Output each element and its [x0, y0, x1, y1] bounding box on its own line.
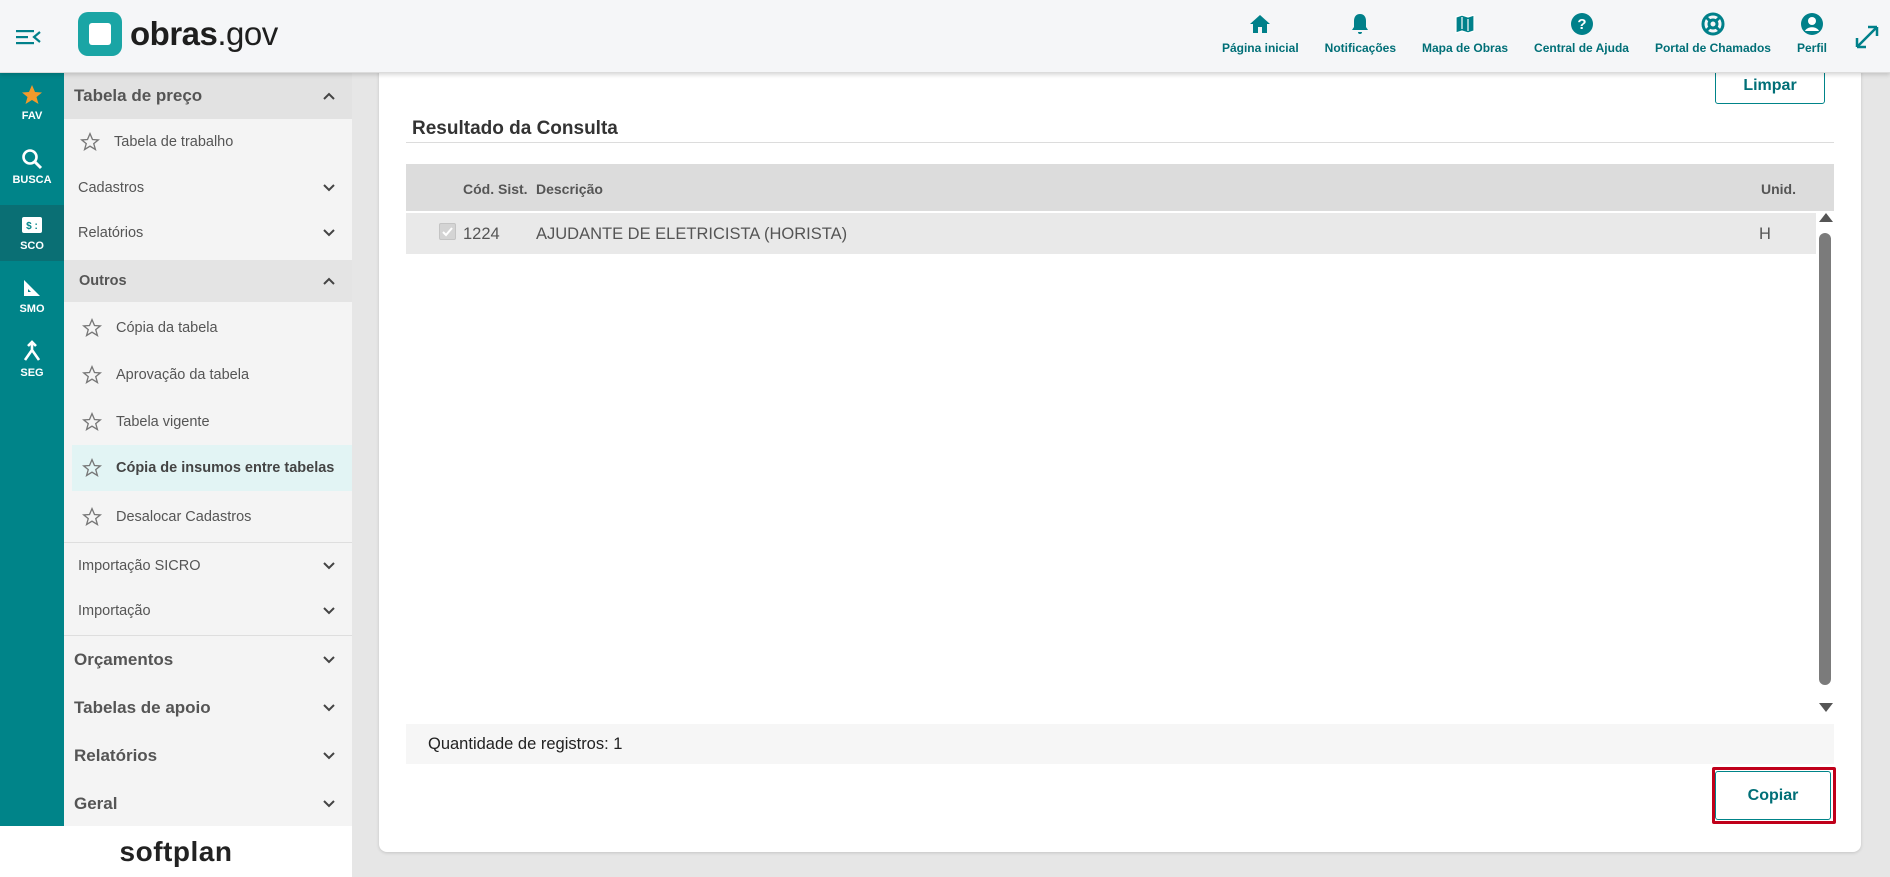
menu-importacao[interactable]: Importação	[64, 588, 352, 633]
record-count-bar: Quantidade de registros: 1	[406, 724, 1834, 764]
sidebar-menu: Tabela de preço Tabela de trabalho Cadas…	[64, 73, 352, 826]
menu-cadastros[interactable]: Cadastros	[64, 165, 352, 210]
bell-icon	[1352, 14, 1369, 34]
softplan-logo: softplan	[0, 826, 352, 877]
ruler-icon	[24, 280, 40, 296]
column-cod-sist[interactable]: Cód. Sist.	[463, 181, 528, 197]
app-logo[interactable]: obras.gov	[78, 12, 278, 56]
cell-unid: H	[1759, 225, 1771, 243]
nav-help[interactable]: ? Central de Ajuda	[1521, 12, 1642, 62]
table-header: Cód. Sist. Descrição Unid.	[406, 164, 1834, 211]
star-outline-icon	[82, 317, 102, 337]
top-nav: Página inicial Notificações Mapa de Obra…	[1209, 12, 1840, 62]
menu-desalocar-cadastros[interactable]: Desalocar Cadastros	[64, 494, 352, 539]
search-icon	[22, 149, 43, 170]
star-outline-icon	[82, 458, 102, 477]
chevron-up-icon	[323, 92, 335, 100]
sco-icon: $ :	[22, 217, 42, 233]
menu-geral[interactable]: Geral	[64, 780, 352, 826]
record-count: Quantidade de registros: 1	[428, 735, 623, 753]
column-unid[interactable]: Unid.	[1761, 181, 1796, 197]
star-outline-icon	[82, 364, 102, 384]
menu-relatorios-sub[interactable]: Relatórios	[64, 210, 352, 255]
chevron-down-icon	[323, 183, 335, 191]
merge-icon	[23, 340, 41, 361]
menu-copia-tabela[interactable]: Cópia da tabela	[64, 305, 352, 350]
menu-tabela-preco[interactable]: Tabela de preço	[64, 73, 352, 119]
chevron-down-icon	[323, 561, 335, 569]
cell-descricao: AJUDANTE DE ELETRICISTA (HORISTA)	[536, 225, 848, 243]
scroll-down-arrow-icon[interactable]	[1819, 703, 1833, 712]
logo-text: obras.gov	[130, 15, 278, 52]
svg-text:?: ?	[1577, 16, 1586, 33]
nav-profile[interactable]: Perfil	[1784, 12, 1840, 62]
star-outline-icon	[80, 132, 100, 151]
chevron-down-icon	[323, 704, 335, 712]
menu-orcamentos[interactable]: Orçamentos	[64, 636, 352, 684]
chevron-down-icon	[323, 606, 335, 614]
scroll-up-arrow-icon[interactable]	[1819, 213, 1833, 222]
map-icon	[1455, 14, 1475, 34]
rail-fav[interactable]: FAV	[0, 83, 64, 139]
rail-sco[interactable]: $ : SCO	[0, 205, 64, 261]
menu-importacao-sicro[interactable]: Importação SICRO	[64, 543, 352, 588]
cell-cod: 1224	[463, 225, 500, 243]
menu-tabela-trabalho[interactable]: Tabela de trabalho	[64, 119, 352, 165]
lifebuoy-icon	[1701, 12, 1725, 36]
menu-aprovacao-tabela[interactable]: Aprovação da tabela	[64, 352, 352, 397]
star-outline-icon	[82, 411, 102, 431]
user-icon	[1800, 13, 1823, 35]
table-row[interactable]: 1224 AJUDANTE DE ELETRICISTA (HORISTA) H	[406, 213, 1816, 254]
main-panel: Limpar Resultado da Consulta Cód. Sist. …	[379, 60, 1861, 852]
menu-outros[interactable]: Outros	[64, 260, 352, 302]
table-scrollbar[interactable]	[1816, 213, 1834, 713]
star-outline-icon	[82, 506, 102, 526]
help-icon: ?	[1570, 13, 1593, 35]
row-checkbox[interactable]	[439, 223, 456, 240]
chevron-down-icon	[323, 800, 335, 808]
check-icon	[442, 227, 453, 237]
column-descricao[interactable]: Descrição	[536, 181, 603, 197]
chevron-down-icon	[323, 656, 335, 664]
divider	[406, 142, 1834, 143]
chevron-down-icon	[323, 228, 335, 236]
scroll-thumb[interactable]	[1819, 233, 1831, 685]
chevron-down-icon	[323, 752, 335, 760]
nav-notifications[interactable]: Notificações	[1312, 12, 1409, 62]
nav-map[interactable]: Mapa de Obras	[1409, 12, 1521, 62]
menu-relatorios[interactable]: Relatórios	[64, 732, 352, 780]
star-icon	[22, 85, 42, 104]
menu-copia-insumos[interactable]: Cópia de insumos entre tabelas	[72, 445, 352, 491]
nav-tickets[interactable]: Portal de Chamados	[1642, 12, 1784, 62]
logo-mark-icon	[78, 12, 122, 56]
rail-seg[interactable]: SEG	[0, 340, 64, 396]
menu-tabela-vigente[interactable]: Tabela vigente	[64, 399, 352, 444]
app-rail: FAV BUSCA $ : SCO SMO SEG	[0, 73, 64, 826]
section-title: Resultado da Consulta	[412, 118, 618, 139]
rail-busca[interactable]: BUSCA	[0, 147, 64, 203]
home-icon	[1250, 15, 1271, 33]
menu-collapse-icon[interactable]	[14, 26, 42, 48]
expand-icon[interactable]	[1854, 24, 1880, 50]
limpar-button[interactable]: Limpar	[1715, 68, 1825, 104]
chevron-up-icon	[323, 277, 335, 285]
rail-smo[interactable]: SMO	[0, 276, 64, 332]
top-bar: obras.gov Página inicial Notificações Ma…	[0, 0, 1890, 73]
svg-text:$ :: $ :	[26, 221, 38, 232]
nav-home[interactable]: Página inicial	[1209, 12, 1312, 62]
menu-tabelas-apoio[interactable]: Tabelas de apoio	[64, 684, 352, 732]
copiar-button[interactable]: Copiar	[1715, 771, 1831, 820]
